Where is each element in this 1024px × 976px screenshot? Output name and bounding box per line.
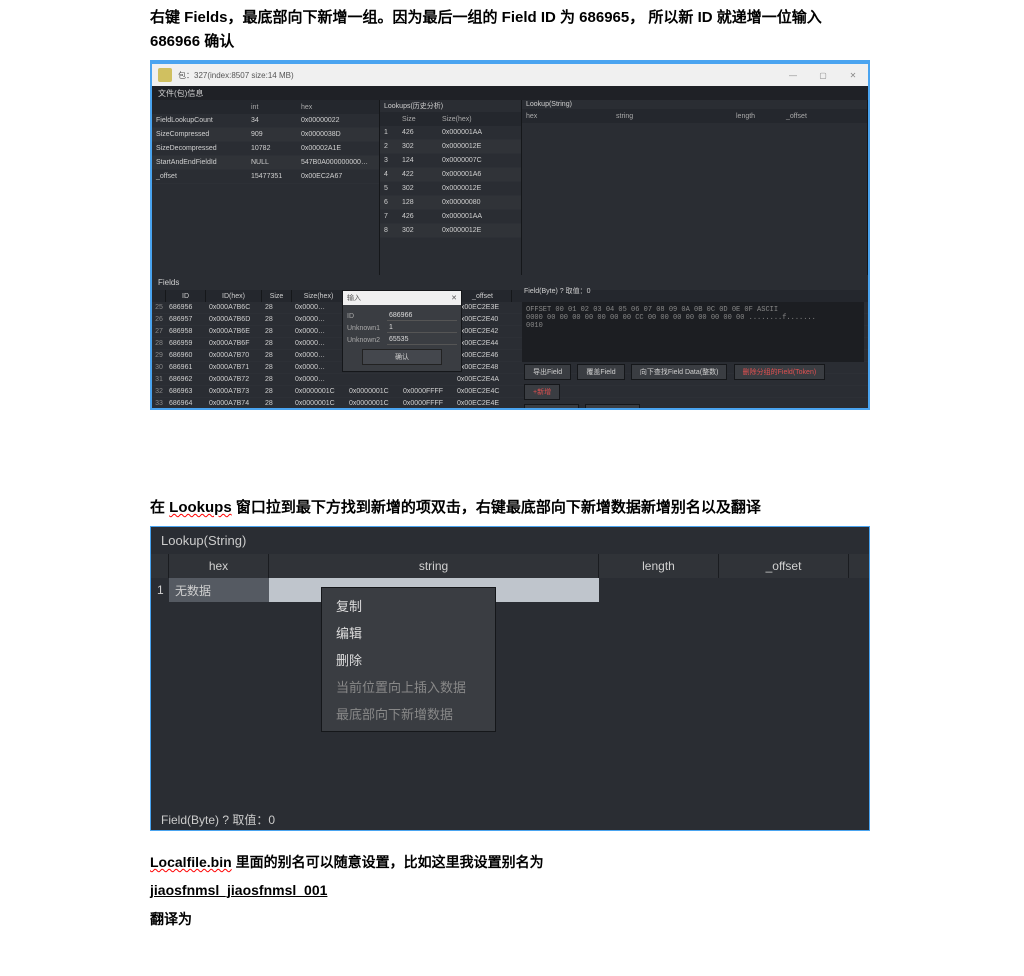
info-panel: int hex FieldLookupCount340x00000022Size…	[152, 100, 380, 275]
max-icon[interactable]: ▢	[808, 64, 838, 86]
fieldbyte-label: Field(Byte) ? 取值：0	[522, 284, 864, 298]
info-row: _offset154773510x00EC2A67	[152, 170, 379, 184]
lookups-panel: Lookups(历史分析) Size Size(hex) 14260x00000…	[380, 100, 522, 275]
info-row: SizeDecompressed107820x00002A1E	[152, 142, 379, 156]
id-input[interactable]: 686966	[387, 311, 457, 321]
lookup-row[interactable]: 31240x0000007C	[380, 154, 521, 168]
delete-group-button[interactable]: 删除分组的Field(Token)	[734, 364, 826, 380]
info-row: StartAndEndFieldIdNULL547B0A000000000…	[152, 156, 379, 170]
info-row: FieldLookupCount340x00000022	[152, 114, 379, 128]
overwrite-field-button[interactable]: 覆盖Field	[577, 364, 624, 380]
lookup-string-panel: Lookup(String) hex string length _offset	[522, 100, 868, 275]
lookup-row[interactable]: 74260x000001AA	[380, 210, 521, 224]
lookup-row[interactable]: 53020x0000012E	[380, 182, 521, 196]
export-field-button[interactable]: 导出Field	[524, 364, 571, 380]
window-titlebar: 包：327(index:8507 size:14 MB) — ▢ ✕	[152, 64, 868, 86]
ctx-edit[interactable]: 编辑	[322, 619, 495, 646]
lookup-row[interactable]: 44220x000001A6	[380, 168, 521, 182]
ctx-delete[interactable]: 删除	[322, 646, 495, 673]
ctx-copy[interactable]: 复制	[322, 592, 495, 619]
menu-bar: 文件(包)信息	[152, 86, 868, 100]
table-row[interactable]: 1 无数据	[151, 578, 869, 602]
info-row: SizeCompressed9090x0000038D	[152, 128, 379, 142]
ctx-insert-above[interactable]: 当前位置向上插入数据	[322, 673, 495, 700]
lookup-row[interactable]: 83020x0000012E	[380, 224, 521, 238]
screenshot-1: 包：327(index:8507 size:14 MB) — ▢ ✕ 文件(包)…	[150, 60, 870, 410]
context-menu: 复制 编辑 删除 当前位置向上插入数据 最底部向下新增数据	[321, 587, 496, 732]
find-field-data-button[interactable]: 向下查找Field Data(整数)	[631, 364, 728, 380]
add-button[interactable]: +新增	[524, 384, 560, 400]
export-lookup-button[interactable]: 导出Lookup	[524, 404, 579, 410]
paragraph-4: jiaosfnmsl_jiaosfnmsl_001	[150, 879, 874, 901]
panel-title: Lookup(String)	[151, 527, 869, 554]
confirm-button[interactable]: 确认	[362, 349, 442, 365]
lookup-row[interactable]: 23020x0000012E	[380, 140, 521, 154]
app-icon	[158, 68, 172, 82]
lookup-row[interactable]: 14260x000001AA	[380, 126, 521, 140]
window-title: 包：327(index:8507 size:14 MB)	[178, 70, 294, 81]
ctx-append-bottom[interactable]: 最底部向下新增数据	[322, 700, 495, 727]
input-dialog: 输入✕ ID686966 Unknown11 Unknown265535 确认	[342, 290, 462, 372]
close-icon[interactable]: ✕	[838, 64, 868, 86]
paragraph-2: 在 Lookups 窗口拉到最下方找到新增的项双击，右键最底部向下新增数据新增别…	[150, 496, 874, 520]
paragraph-1: 右键 Fields，最底部向下新增一组。因为最后一组的 Field ID 为 6…	[150, 6, 874, 54]
dialog-close-icon[interactable]: ✕	[451, 294, 457, 302]
paragraph-3: Localfile.bin 里面的别名可以随意设置，比如这里我设置别名为	[150, 851, 874, 873]
overwrite-lookup-button[interactable]: 覆盖Lookup	[585, 404, 640, 410]
screenshot-2: Lookup(String) hex string length _offset…	[150, 526, 870, 831]
panel-header: hex string length _offset	[151, 554, 869, 578]
hex-viewer: OFFSET 00 01 02 03 04 05 06 07 08 09 0A …	[522, 302, 864, 362]
unknown1-input[interactable]: 1	[387, 323, 457, 333]
unknown2-input[interactable]: 65535	[387, 335, 457, 345]
lookup-row[interactable]: 61280x00000080	[380, 196, 521, 210]
min-icon[interactable]: —	[778, 64, 808, 86]
paragraph-5: 翻译为	[150, 908, 874, 930]
footer-label: Field(Byte) ? 取值：0	[161, 811, 275, 828]
